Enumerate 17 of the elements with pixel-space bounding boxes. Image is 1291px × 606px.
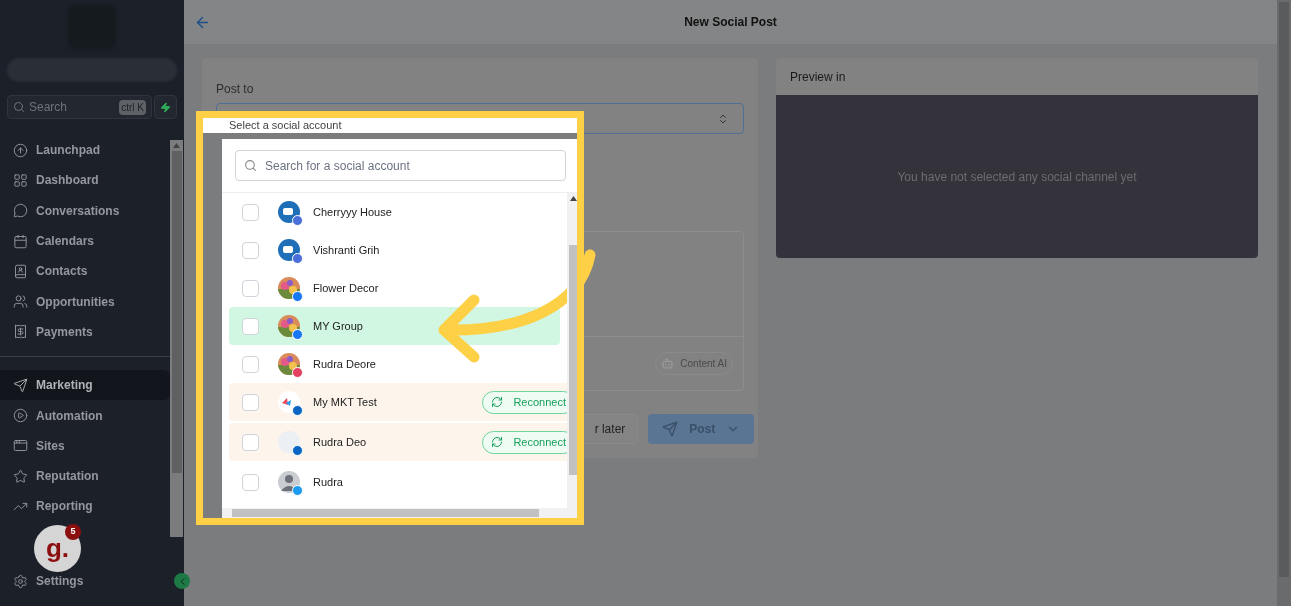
card-title: Preview in bbox=[789, 68, 847, 86]
account-name: Cherryyy House bbox=[313, 204, 393, 220]
select-placeholder: Select a social account bbox=[229, 118, 342, 133]
account-name: Rudra bbox=[313, 474, 344, 490]
shortcut-hint: ctrl K bbox=[119, 99, 146, 115]
account-name: My MKT Test bbox=[313, 394, 378, 410]
search-placeholder: Search for a social account bbox=[265, 157, 410, 175]
account-name: MY Group bbox=[313, 318, 364, 334]
account-name: Vishranti Grih bbox=[313, 242, 381, 258]
search-placeholder: Search bbox=[29, 99, 69, 116]
account-name: Rudra Deo bbox=[313, 434, 368, 450]
account-name: Rudra Deore bbox=[313, 356, 377, 372]
page-title: New Social Post bbox=[684, 14, 777, 31]
field-label: Post to bbox=[216, 81, 255, 98]
empty-message: You have not selected any social channel yet bbox=[897, 168, 1137, 186]
account-name: Flower Decor bbox=[313, 280, 380, 296]
notification-badge: 5 bbox=[65, 524, 81, 540]
